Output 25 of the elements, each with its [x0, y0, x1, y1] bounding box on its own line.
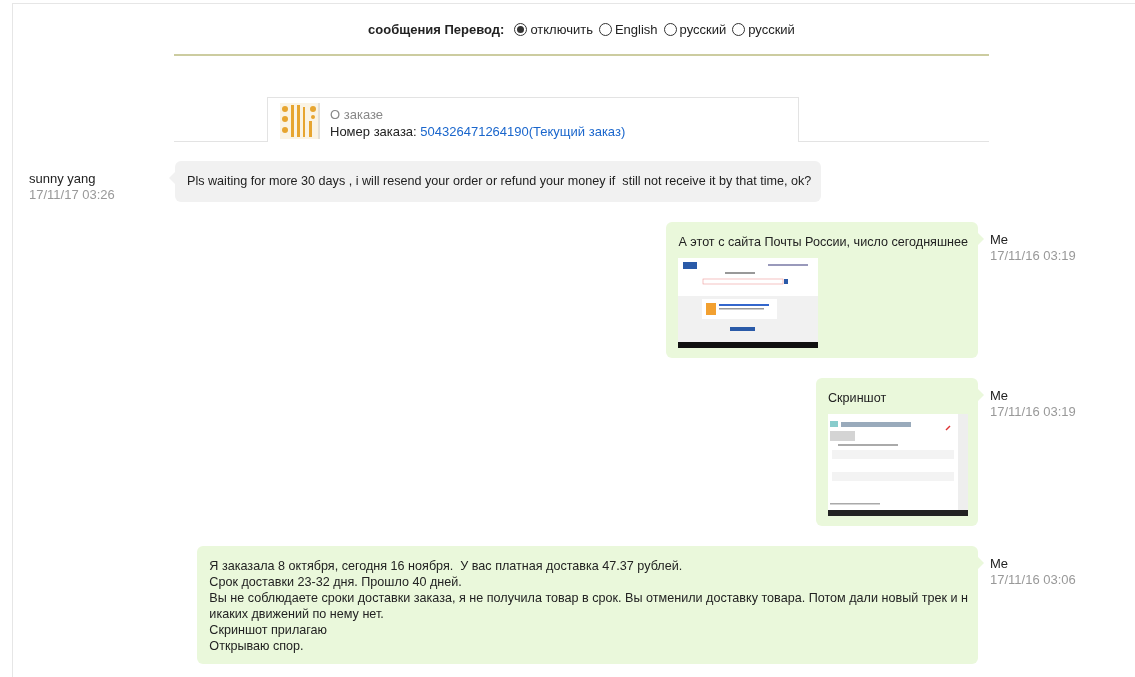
sender-name: sunny yang — [29, 171, 96, 186]
radio-label[interactable]: English — [614, 22, 658, 37]
message-time: 17/11/17 03:26 — [29, 187, 115, 202]
message-time: 17/11/16 03:06 — [990, 572, 1076, 587]
radio-label[interactable]: русский — [748, 22, 795, 37]
sender-name: Me — [990, 556, 1009, 571]
message-text: Скриншот — [828, 391, 887, 405]
message-time: 17/11/16 03:19 — [990, 404, 1076, 419]
radio-button[interactable] — [598, 23, 612, 36]
sender-name: Me — [990, 388, 1009, 403]
message-text: Я заказала 8 октября, сегодня 16 ноября. У вас платная доставка 47.37 рублей. Срок доставки 23-32 дня. Прошло 40 дней. Вы не соблюдаете сроки доставки заказа, я не получила товар в срок. Вы отменили доставку товара. Потом дали новый трек и н икаких движений по нему нет. Скриншот прилагаю Открываю спор. — [209, 559, 968, 653]
radio-button[interactable] — [514, 23, 528, 36]
message-time: 17/11/16 03:19 — [990, 248, 1076, 263]
radio-label[interactable]: русский — [679, 22, 727, 37]
order-number-link[interactable]: 504326471264190(Текущий заказ) — [420, 124, 626, 139]
sender-name: Me — [990, 232, 1009, 247]
message-text: Pls waiting for more 30 days , i will resend your order or refund your money if still not receive it by that time, ok? — [187, 174, 812, 188]
radio-button[interactable] — [663, 23, 677, 36]
translation-label: сообщения Перевод: — [368, 22, 505, 37]
message-text: А этот с сайта Почты России, число сегодняшнее — [678, 235, 968, 249]
product-thumbnail — [280, 103, 320, 139]
order-title: О заказе — [330, 107, 384, 122]
radio-label[interactable]: отключить — [530, 22, 593, 37]
radio-button[interactable] — [732, 23, 746, 36]
order-number-label: Номер заказа: — [330, 124, 417, 139]
